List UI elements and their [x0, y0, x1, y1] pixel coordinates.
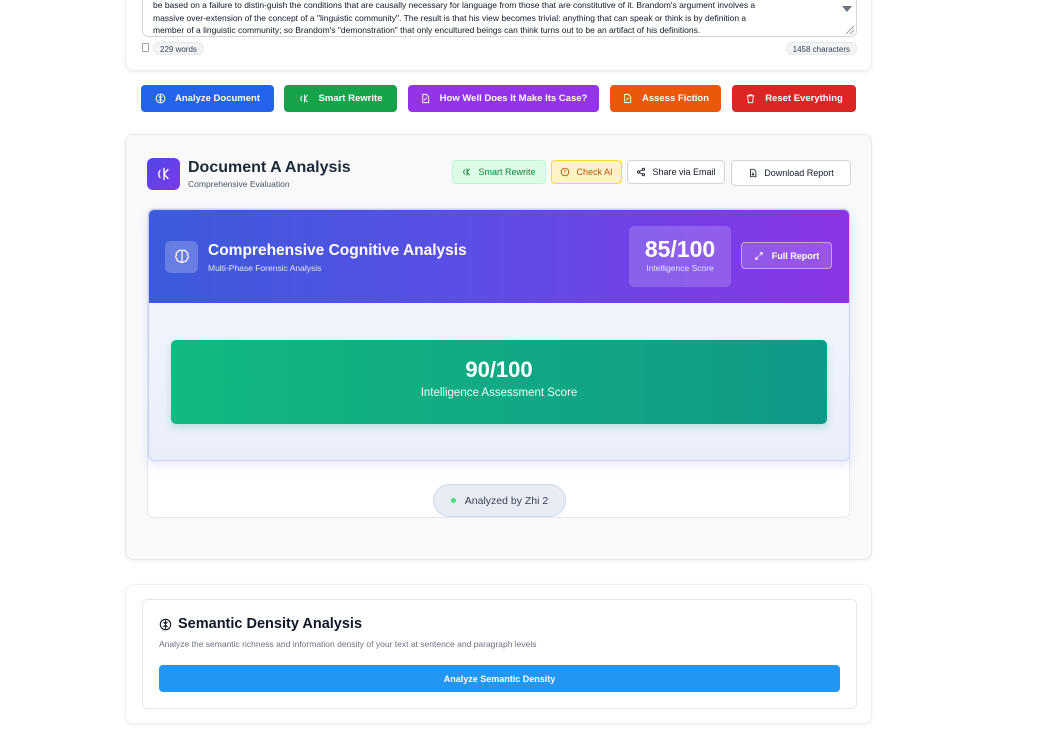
analysis-card: Document A Analysis Comprehensive Evalua… — [125, 134, 872, 560]
text-stats: 229 words 1458 characters — [142, 42, 857, 56]
tool-label: Smart Rewrite — [478, 167, 536, 177]
intelligence-score: 85/100 — [644, 236, 716, 262]
analyzed-by-label: Analyzed by Zhi 2 — [464, 494, 549, 507]
rewrite-icon — [157, 167, 169, 181]
full-report-label: Full Report — [771, 250, 820, 261]
analyzed-by-badge: Analyzed by Zhi 2 — [433, 484, 566, 517]
brain-icon-box — [165, 241, 198, 273]
rewrite-icon — [463, 168, 471, 176]
analyze-document-button[interactable]: Analyze Document — [141, 85, 274, 112]
assessment-score-label: Intelligence Assessment Score — [420, 387, 578, 399]
analysis-logo — [147, 158, 180, 190]
intelligence-score-label: Intelligence Score — [646, 263, 714, 273]
brain-icon — [159, 618, 172, 630]
char-count-badge: 1458 characters — [785, 42, 857, 55]
assessment-score-card: 90/100 Intelligence Assessment Score — [171, 340, 827, 424]
cognitive-subtitle: Multi-Phase Forensic Analysis — [208, 263, 322, 273]
expand-icon — [754, 251, 763, 260]
analyze-label: Analyze Document — [175, 93, 260, 104]
semantic-description: Analyze the semantic richness and inform… — [159, 639, 537, 649]
brain-icon — [174, 249, 189, 264]
tool-label: Download Report — [764, 168, 834, 178]
file-icon — [624, 93, 632, 104]
make-its-case-button[interactable]: How Well Does It Make Its Case? — [408, 85, 599, 112]
full-report-button[interactable]: Full Report — [741, 242, 832, 269]
reset-label: Reset Everything — [765, 93, 843, 104]
rewrite-label: Smart Rewrite — [318, 93, 383, 104]
cognitive-title: Comprehensive Cognitive Analysis — [208, 242, 467, 259]
semantic-title-row: Semantic Density Analysis — [159, 616, 362, 632]
share-email-button[interactable]: Share via Email — [627, 160, 725, 184]
document-text: be based on a failure to distin-guish th… — [153, 0, 833, 36]
reset-everything-button[interactable]: Reset Everything — [732, 85, 856, 112]
status-dot — [450, 498, 456, 503]
analysis-title: Document A Analysis — [188, 159, 351, 176]
cognitive-analysis-panel: Comprehensive Cognitive Analysis Multi-P… — [148, 209, 850, 461]
fiction-label: Assess Fiction — [641, 93, 710, 104]
semantic-title: Semantic Density Analysis — [178, 616, 363, 632]
text-line: member of a linguistic community; so Bra… — [153, 25, 701, 35]
download-icon — [750, 168, 757, 178]
tool-label: Share via Email — [652, 167, 716, 177]
document-icon — [142, 43, 149, 52]
share-icon — [637, 167, 646, 177]
check-ai-button[interactable]: Check AI — [551, 160, 622, 184]
document-textarea[interactable]: be based on a failure to distin-guish th… — [142, 0, 857, 37]
cognitive-header: Comprehensive Cognitive Analysis Multi-P… — [149, 210, 849, 303]
alert-icon — [561, 167, 570, 177]
resize-handle[interactable] — [846, 26, 854, 34]
cognitive-body: 90/100 Intelligence Assessment Score — [149, 303, 849, 460]
semantic-density-card: Semantic Density Analysis Analyze the se… — [125, 584, 872, 724]
analyze-semantic-density-button[interactable]: Analyze Semantic Density — [159, 665, 840, 692]
text-line: be based on a failure to distin-guish th… — [153, 0, 756, 10]
rewrite-icon — [299, 94, 308, 103]
assess-fiction-button[interactable]: Assess Fiction — [610, 85, 721, 112]
intelligence-score-box: 85/100 Intelligence Score — [629, 226, 731, 287]
case-label: How Well Does It Make Its Case? — [439, 93, 588, 104]
tool-label: Check AI — [576, 167, 613, 177]
brain-icon — [155, 93, 166, 104]
scroll-down-arrow[interactable] — [842, 6, 852, 12]
analysis-subtitle: Comprehensive Evaluation — [188, 179, 290, 189]
trash-icon — [747, 94, 755, 104]
input-card: be based on a failure to distin-guish th… — [125, 0, 872, 71]
word-count-badge: 229 words — [153, 42, 204, 55]
assessment-score: 90/100 — [465, 357, 533, 382]
smart-rewrite-tool-button[interactable]: Smart Rewrite — [452, 160, 546, 184]
file-icon — [421, 93, 429, 104]
text-line: massive over-extension of the concept of… — [153, 12, 747, 23]
download-report-button[interactable]: Download Report — [731, 160, 851, 186]
smart-rewrite-button[interactable]: Smart Rewrite — [284, 85, 397, 112]
semantic-density-panel: Semantic Density Analysis Analyze the se… — [142, 599, 857, 709]
